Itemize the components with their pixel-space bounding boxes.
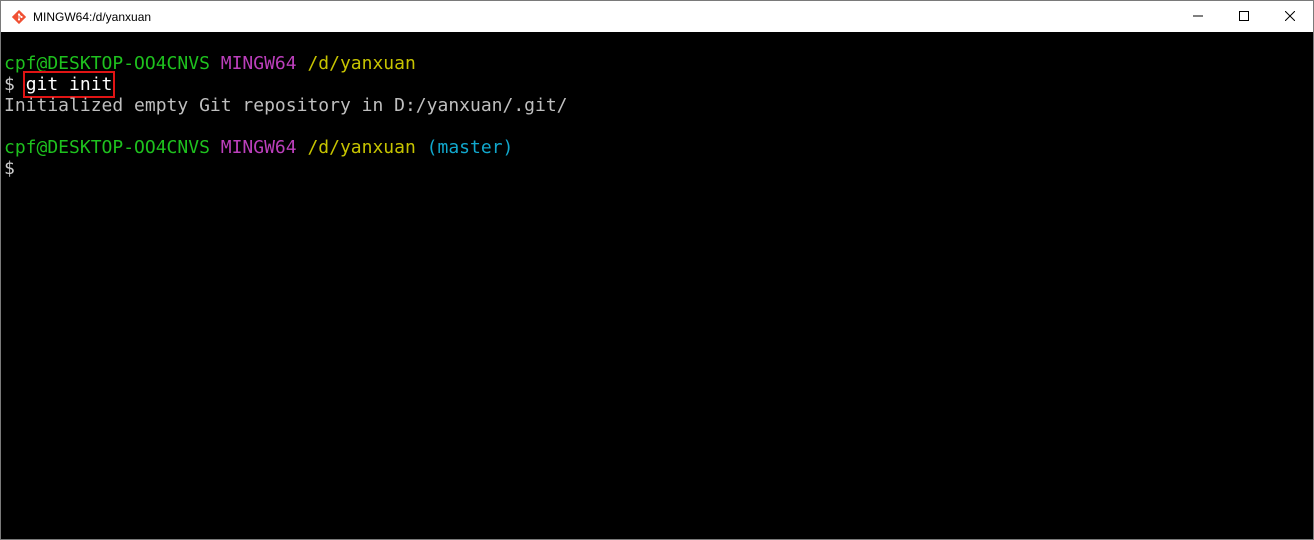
terminal-output[interactable]: cpf@DESKTOP-OO4CNVS MINGW64 /d/yanxuan $…	[1, 32, 1313, 539]
prompt-line-1: cpf@DESKTOP-OO4CNVS MINGW64 /d/yanxuan	[4, 53, 1313, 74]
window-title: MINGW64:/d/yanxuan	[33, 9, 152, 24]
command-line: $ git init	[4, 71, 1313, 98]
minimize-button[interactable]	[1175, 1, 1221, 32]
prompt-symbol: $	[4, 74, 15, 95]
prompt-path: /d/yanxuan	[307, 137, 416, 158]
close-icon	[1284, 8, 1296, 26]
input-line[interactable]: $	[4, 158, 1313, 179]
close-button[interactable]	[1267, 1, 1313, 32]
window-controls	[1175, 1, 1313, 32]
output-line: Initialized empty Git repository in D:/y…	[4, 95, 568, 116]
prompt-line-2: cpf@DESKTOP-OO4CNVS MINGW64 /d/yanxuan (…	[4, 137, 1313, 158]
prompt-env: MINGW64	[220, 137, 297, 158]
git-icon	[11, 9, 27, 25]
title-bar[interactable]: MINGW64:/d/yanxuan	[1, 1, 1313, 32]
command-text-highlighted: git init	[22, 71, 116, 98]
maximize-icon	[1239, 8, 1249, 26]
prompt-path: /d/yanxuan	[307, 53, 416, 74]
maximize-button[interactable]	[1221, 1, 1267, 32]
minimize-icon	[1193, 8, 1203, 26]
prompt-env: MINGW64	[220, 53, 297, 74]
prompt-user-host: cpf@DESKTOP-OO4CNVS	[4, 137, 210, 158]
prompt-branch: (master)	[426, 137, 514, 158]
prompt-user-host: cpf@DESKTOP-OO4CNVS	[4, 53, 210, 74]
terminal-window: MINGW64:/d/yanxuan cpf@DESKTOP-OO4CNVS M…	[0, 0, 1314, 540]
prompt-symbol: $	[4, 158, 15, 179]
